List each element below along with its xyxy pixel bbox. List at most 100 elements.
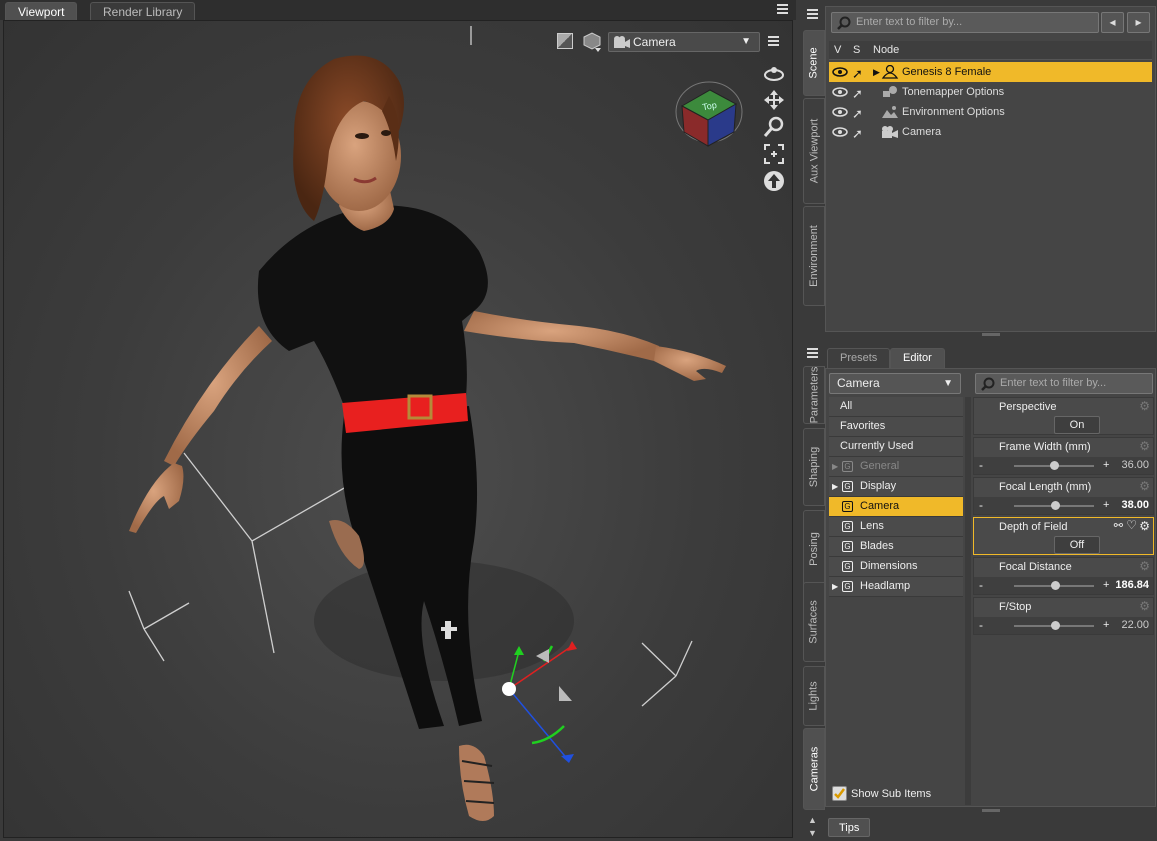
frame-width-slider[interactable]: - + 36.00 (974, 457, 1153, 474)
scene-expand-button[interactable]: ▸ (1127, 12, 1150, 33)
category-display[interactable]: ▶ G Display (829, 477, 963, 497)
gear-icon[interactable]: ⚙ (1139, 559, 1150, 573)
eye-icon[interactable] (832, 107, 848, 117)
cursor-icon[interactable]: ➚ (852, 124, 863, 144)
tab-posing[interactable]: Posing (803, 510, 825, 588)
category-blades[interactable]: G Blades (829, 537, 963, 557)
orbit-icon[interactable] (761, 59, 787, 86)
perspective-toggle[interactable]: On (1054, 416, 1100, 434)
scene-node-environment-options[interactable]: ➚ Environment Options (829, 102, 1152, 122)
increment-icon[interactable]: + (1103, 617, 1109, 633)
scroll-up-icon[interactable]: ▲ (808, 815, 817, 825)
scene-node-label: Genesis 8 Female (902, 66, 992, 78)
cursor-icon[interactable]: ➚ (852, 84, 863, 104)
tab-parameters[interactable]: Parameters (803, 366, 825, 424)
show-sub-items-label[interactable]: Show Sub Items (851, 788, 931, 800)
scroll-down-icon[interactable]: ▼ (808, 828, 817, 838)
scene-collapse-button[interactable]: ◂ (1101, 12, 1124, 33)
increment-icon[interactable]: + (1103, 577, 1109, 593)
scene-node-label: Tonemapper Options (902, 86, 1005, 98)
category-headlamp[interactable]: ▶ G Headlamp (829, 577, 963, 597)
slider-knob[interactable] (1051, 501, 1061, 510)
gear-icon[interactable]: ⚙ (1139, 479, 1150, 493)
category-camera[interactable]: G Camera (829, 497, 963, 517)
f-stop-value[interactable]: 22.00 (1121, 617, 1149, 633)
gear-icon[interactable]: ⚙ (1139, 519, 1150, 533)
gear-icon[interactable]: ⚙ (1139, 399, 1150, 413)
tab-tips[interactable]: Tips (828, 818, 871, 837)
link-icon[interactable]: ⚯ (1114, 519, 1123, 532)
figure-icon (881, 65, 899, 79)
tab-environment[interactable]: Environment (803, 206, 825, 306)
tab-presets[interactable]: Presets (827, 348, 891, 368)
eye-icon[interactable] (832, 127, 848, 137)
frame-width-value[interactable]: 36.00 (1121, 457, 1149, 473)
decrement-icon[interactable]: - (979, 497, 983, 513)
tab-lights[interactable]: Lights (803, 666, 825, 726)
splitter-handle[interactable] (982, 333, 1000, 336)
tab-viewport[interactable]: Viewport (5, 2, 78, 21)
scene-node-genesis-8-female[interactable]: ➚ ▶ Genesis 8 Female (829, 62, 1152, 82)
tab-editor[interactable]: Editor (890, 348, 945, 368)
decrement-icon[interactable]: - (979, 577, 983, 593)
column-visible[interactable]: V (834, 44, 841, 56)
property-focal-length: Focal Length (mm) ⚙ - + 38.00 (973, 477, 1154, 515)
zoom-icon[interactable] (761, 113, 787, 140)
tab-scene[interactable]: Scene (803, 30, 825, 96)
tab-cameras[interactable]: Cameras (803, 728, 825, 810)
expand-arrow-icon[interactable]: ▶ (873, 62, 880, 82)
focal-length-slider[interactable]: - + 38.00 (974, 497, 1153, 514)
cursor-icon[interactable]: ➚ (852, 104, 863, 124)
category-lens[interactable]: G Lens (829, 517, 963, 537)
property-filter-input[interactable]: Enter text to filter by... (975, 373, 1153, 394)
cursor-icon[interactable]: ➚ (852, 64, 863, 84)
3d-viewport[interactable]: Camera ▼ Top (3, 20, 793, 838)
heart-icon[interactable]: ♡ (1126, 518, 1137, 532)
splitter-handle[interactable] (982, 809, 1000, 812)
column-selectable[interactable]: S (853, 44, 860, 56)
view-cube-menu-icon[interactable] (582, 31, 602, 53)
node-select[interactable]: Camera ▼ (829, 373, 961, 394)
viewport-options-icon[interactable] (766, 34, 782, 48)
frame-icon[interactable] (761, 140, 787, 167)
viewport-menu-icon[interactable] (775, 2, 791, 16)
tab-aux-viewport[interactable]: Aux Viewport (803, 98, 825, 204)
camera-select[interactable]: Camera ▼ (608, 32, 760, 52)
view-cube[interactable]: Top (674, 76, 744, 148)
focal-distance-slider[interactable]: - + 186.84 (974, 577, 1153, 594)
f-stop-slider[interactable]: - + 22.00 (974, 617, 1153, 634)
pan-icon[interactable] (761, 86, 787, 113)
tab-surfaces[interactable]: Surfaces (803, 582, 825, 662)
category-all[interactable]: All (829, 397, 963, 417)
gear-icon[interactable]: ⚙ (1139, 599, 1150, 613)
slider-knob[interactable] (1049, 461, 1059, 470)
decrement-icon[interactable]: - (979, 457, 983, 473)
slider-knob[interactable] (1051, 621, 1061, 630)
gear-icon[interactable]: ⚙ (1139, 439, 1150, 453)
editor-pane-menu-icon[interactable] (805, 346, 821, 360)
category-currently-used[interactable]: Currently Used (829, 437, 963, 457)
tab-shaping[interactable]: Shaping (803, 428, 825, 506)
scene-node-camera[interactable]: ➚ Camera (829, 122, 1152, 142)
decrement-icon[interactable]: - (979, 617, 983, 633)
tab-render-library[interactable]: Render Library (90, 2, 196, 21)
category-favorites[interactable]: Favorites (829, 417, 963, 437)
eye-icon[interactable] (832, 67, 848, 77)
scene-filter-input[interactable]: Enter text to filter by... (831, 12, 1099, 33)
category-dimensions[interactable]: G Dimensions (829, 557, 963, 577)
increment-icon[interactable]: + (1103, 497, 1109, 513)
eye-icon[interactable] (832, 87, 848, 97)
show-sub-items-checkbox[interactable] (832, 786, 847, 801)
scene-pane-menu-icon[interactable] (805, 7, 821, 21)
category-general[interactable]: ▶ G General (829, 457, 963, 477)
slider-knob[interactable] (1051, 581, 1061, 590)
focal-length-value[interactable]: 38.00 (1121, 497, 1149, 513)
increment-icon[interactable]: + (1103, 457, 1109, 473)
draw-style-icon[interactable] (557, 33, 573, 49)
focal-distance-value[interactable]: 186.84 (1115, 577, 1149, 593)
column-node[interactable]: Node (873, 44, 899, 56)
category-splitter[interactable] (965, 397, 971, 805)
scene-node-tonemapper-options[interactable]: ➚ Tonemapper Options (829, 82, 1152, 102)
depth-of-field-toggle[interactable]: Off (1054, 536, 1100, 554)
up-icon[interactable] (761, 167, 787, 194)
